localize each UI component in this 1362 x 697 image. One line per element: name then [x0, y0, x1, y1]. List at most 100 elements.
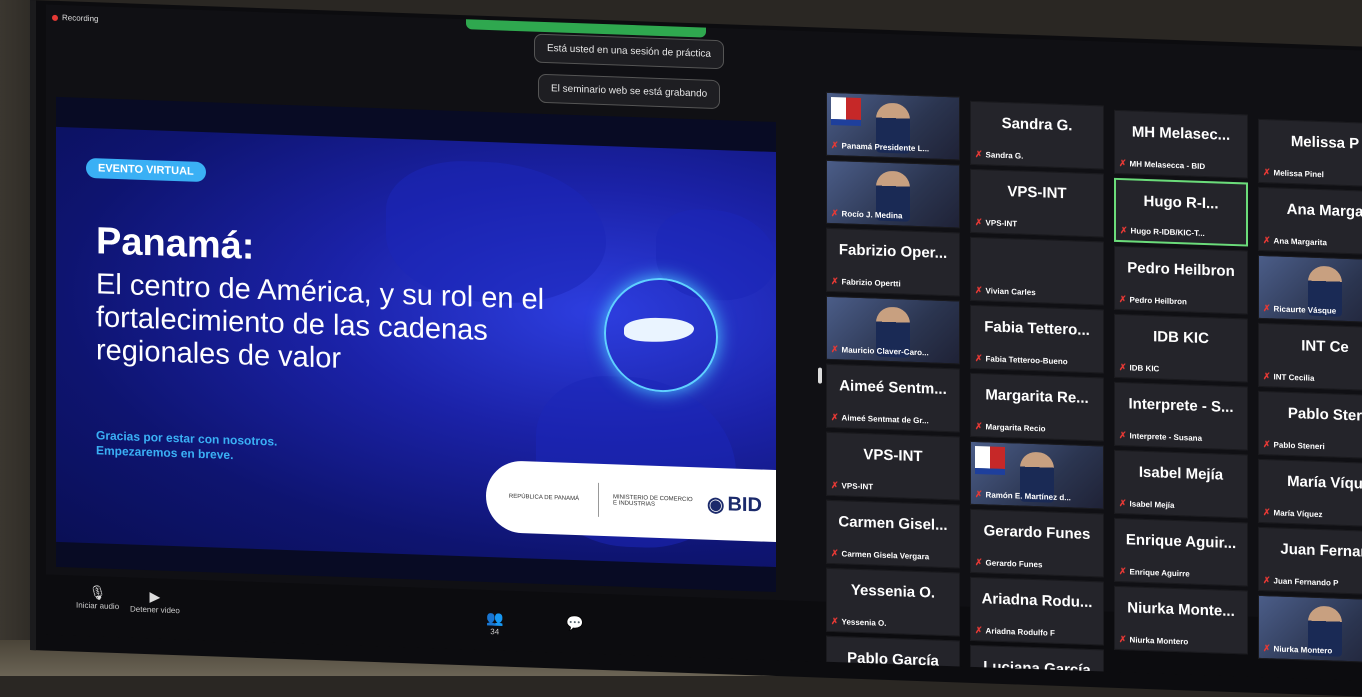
participant-name-label: ✗ Yessenia O. — [831, 616, 886, 629]
participant-name-label: ✗ Enrique Aguirre — [1119, 566, 1190, 579]
video-button[interactable]: ▶ Detener video — [130, 587, 180, 615]
participant-name-label: ✗ Ariadna Rodulfo F — [975, 625, 1055, 639]
participant-name-label: ✗ Carmen Gisela Vergara — [831, 548, 929, 562]
recording-toast: El seminario web se está grabando — [538, 73, 721, 110]
participant-name-label: ✗ Mauricio Claver-Caro... — [831, 344, 929, 358]
participant-tile[interactable]: Ana Marga ✗ Ana Margarita — [1258, 186, 1362, 256]
participant-name-label: ✗ Ramón E. Martínez d... — [975, 489, 1071, 503]
participants-button[interactable]: 👥 34 — [486, 610, 503, 637]
participant-tile[interactable]: María Víqu ✗ María Víquez — [1258, 458, 1362, 528]
panama-flag — [831, 96, 861, 127]
participant-name: Interprete - Susana — [1129, 431, 1203, 443]
participant-name: Carmen Gisela Vergara — [841, 549, 930, 562]
participant-tile[interactable]: ✗ Vivian Carles — [970, 236, 1104, 306]
participants-icon: 👥 — [486, 609, 504, 627]
participant-tile[interactable]: Fabrizio Oper... ✗ Fabrizio Opertti — [826, 227, 960, 297]
muted-mic-icon: ✗ — [1119, 158, 1127, 169]
participant-tile[interactable]: Fabia Tettero... ✗ Fabia Tetteroo-Bueno — [970, 304, 1104, 374]
participant-name: Sandra G. — [985, 150, 1024, 161]
participant-display-name: Margarita Re... — [985, 386, 1089, 407]
participant-name-label: ✗ Melissa Pinel — [1263, 167, 1324, 180]
muted-mic-icon: ✗ — [1120, 225, 1128, 236]
participant-tile[interactable]: Hugo R-I... ✗ Hugo R-IDB/KIC-T... — [1114, 177, 1248, 247]
participant-display-name: María Víqu — [1287, 472, 1362, 493]
muted-mic-icon: ✗ — [975, 217, 983, 228]
muted-mic-icon: ✗ — [1263, 439, 1271, 450]
participant-name-label: ✗ MH Melasecca - BID — [1119, 158, 1205, 172]
participant-tile[interactable]: Isabel Mejía ✗ Isabel Mejía — [1114, 449, 1248, 519]
participant-name: VPS-INT — [841, 481, 874, 492]
participant-tile[interactable]: Melissa P ✗ Melissa Pinel — [1258, 118, 1362, 188]
participant-tile[interactable]: ✗ Mauricio Claver-Caro... — [826, 295, 960, 365]
participant-name-label: ✗ Fabrizio Opertti — [831, 276, 901, 289]
audio-button[interactable]: 🎙 Iniciar audio — [76, 584, 119, 611]
participant-tile[interactable]: Aimeé Sentm... ✗ Aimeé Sentmat de Gr... — [826, 363, 960, 433]
participant-tile[interactable]: ✗ Ramón E. Martínez d... — [970, 440, 1104, 510]
video-camera-icon: ▶ — [149, 588, 161, 605]
participant-tile[interactable]: Gerardo Funes ✗ Gerardo Funes — [970, 508, 1104, 578]
participant-tile[interactable]: Yessenia O. ✗ Yessenia O. — [826, 567, 960, 637]
participant-tile[interactable]: MH Melasec... ✗ MH Melasecca - BID — [1114, 109, 1248, 179]
participant-tile[interactable]: Pablo Ster ✗ Pablo Steneri — [1258, 390, 1362, 460]
muted-mic-icon: ✗ — [975, 353, 983, 364]
participant-display-name: Enrique Aguir... — [1125, 531, 1237, 553]
slide-title: Panamá: — [96, 220, 255, 268]
participant-tile[interactable]: ✗ Ricaurte Vásque — [1258, 254, 1362, 324]
participant-name: Rocío J. Medina — [841, 209, 903, 221]
muted-mic-icon: ✗ — [831, 207, 839, 219]
participant-tile[interactable]: Carmen Gisel... ✗ Carmen Gisela Vergara — [826, 499, 960, 569]
participant-display-name: Fabrizio Oper... — [838, 241, 948, 263]
muted-mic-icon: ✗ — [1263, 371, 1271, 382]
participant-tile[interactable]: ✗ Rocío J. Medina — [826, 159, 960, 229]
participant-display-name — [971, 250, 1103, 255]
muted-mic-icon: ✗ — [1119, 566, 1127, 577]
participant-tile[interactable]: Ariadna Rodu... ✗ Ariadna Rodulfo F — [970, 576, 1104, 646]
participant-name: Aimeé Sentmat de Gr... — [841, 413, 929, 426]
muted-mic-icon: ✗ — [1263, 507, 1271, 518]
participant-name: Yessenia O. — [841, 617, 887, 628]
screen-share-banner[interactable] — [466, 15, 706, 38]
event-tag: EVENTO VIRTUAL — [86, 157, 206, 183]
panama-flag — [975, 446, 1005, 476]
zoom-webinar-window: Recording Está usted en una sesión de pr… — [46, 4, 1362, 681]
participant-name-label: ✗ INT Cecilia — [1263, 371, 1314, 384]
participant-tile[interactable]: Pablo García✗Pablo García — [826, 635, 960, 681]
participant-name: IDB KIC — [1129, 363, 1160, 374]
participant-name-label: ✗ Margarita Recio — [975, 421, 1046, 434]
participant-tile[interactable]: Enrique Aguir... ✗ Enrique Aguirre — [1114, 517, 1248, 587]
participant-display-name: Juan Fernan — [1280, 540, 1362, 561]
participant-tile[interactable]: ✗ Panamá Presidente L... — [826, 91, 960, 161]
participant-name-label: ✗ Panamá Presidente L... — [831, 140, 929, 154]
participant-display-name: Sandra G. — [1001, 114, 1073, 135]
participant-name: Pedro Heilbron — [1129, 295, 1187, 307]
participant-tile[interactable]: Interprete - S... ✗ Interprete - Susana — [1114, 381, 1248, 451]
participant-display-name: VPS-INT — [863, 446, 923, 466]
participant-tile[interactable]: VPS-INT ✗ VPS-INT — [826, 431, 960, 501]
muted-mic-icon: ✗ — [1263, 303, 1271, 314]
participant-tile[interactable]: Juan Fernan ✗ Juan Fernando P — [1258, 526, 1362, 596]
participant-name-label: ✗ Pedro Heilbron — [1119, 294, 1187, 307]
participant-tile[interactable]: IDB KIC ✗ IDB KIC — [1114, 313, 1248, 383]
participant-display-name: Isabel Mejía — [1138, 463, 1224, 484]
participant-name-label: ✗ Ana Margarita — [1263, 235, 1327, 248]
muted-mic-icon: ✗ — [831, 343, 839, 355]
participant-display-name: Fabia Tettero... — [984, 318, 1090, 340]
participant-name: Gerardo Funes — [985, 558, 1043, 570]
muted-mic-icon: ✗ — [831, 139, 839, 151]
participant-name: Ariadna Rodulfo F — [985, 626, 1055, 638]
participant-tile[interactable]: Margarita Re... ✗ Margarita Recio — [970, 372, 1104, 442]
split-view-drag-handle[interactable] — [818, 367, 822, 384]
participant-tile[interactable]: ✗ Niurka Montero — [1258, 594, 1362, 664]
participant-gallery: ✗ Panamá Presidente L... Sandra G. ✗ Sandra … — [826, 91, 1362, 681]
participant-tile[interactable]: Luciana García✗ — [970, 644, 1104, 681]
muted-mic-icon: ✗ — [1119, 498, 1127, 509]
participant-name-label: ✗ Hugo R-IDB/KIC-T... — [1120, 225, 1205, 239]
participant-tile[interactable]: VPS-INT ✗ VPS-INT — [970, 168, 1104, 238]
bid-logo-text: BID — [727, 492, 762, 517]
participant-tile[interactable]: Pedro Heilbron ✗ Pedro Heilbron — [1114, 245, 1248, 315]
participant-tile[interactable]: Sandra G. ✗ Sandra G. — [970, 100, 1104, 170]
participant-tile[interactable]: INT Ce ✗ INT Cecilia — [1258, 322, 1362, 392]
participant-display-name: Hugo R-I... — [1143, 192, 1219, 213]
chat-button[interactable]: 💬 — [566, 615, 583, 633]
participant-tile[interactable]: Niurka Monte... ✗ Niurka Montero — [1114, 585, 1248, 655]
